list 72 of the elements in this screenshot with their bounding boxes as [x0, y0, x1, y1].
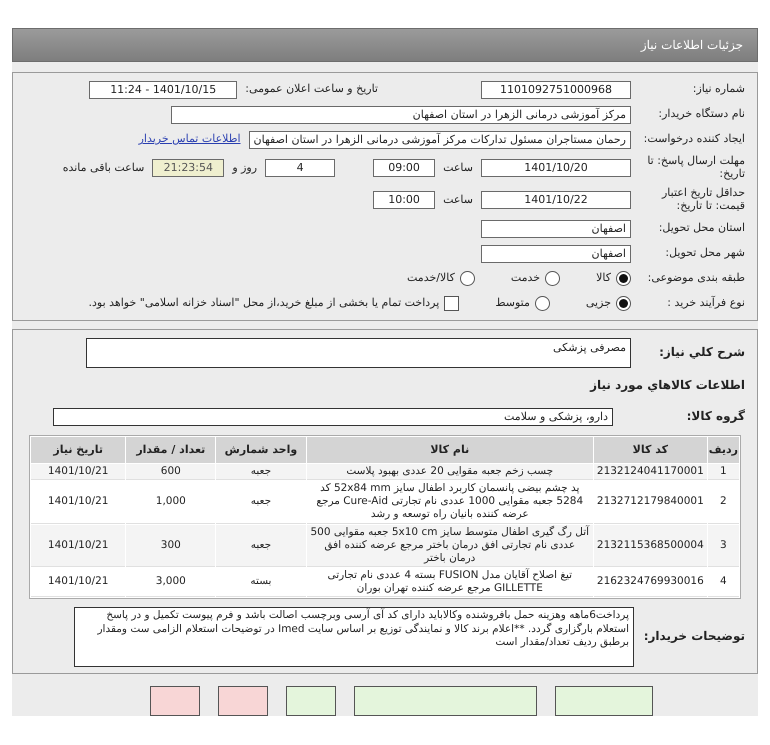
field-label: روز و: [232, 160, 258, 176]
buyer-notes-box: پرداخت6ماهه وهزینه حمل بافروشنده وکالاباید دارای کد آی آرسی وبرچسب اصالت باشد و فرم پیوست تکمیل و در پاسخ استعلام بارگزاری گردد. **اعلام برند کالا و نمایندگی توزیع بر اساس سایت Imed در توضیحات استعلام الزامی ست ومقدار برطبق ردیف تعداد/مقدار است: [74, 607, 634, 668]
column-header: ردیف: [708, 437, 739, 463]
radio-button[interactable]: [616, 271, 631, 286]
field-label: ساعت: [443, 160, 473, 176]
field-label: نام دستگاه خریدار:: [657, 108, 746, 121]
column-header: واحد شمارش: [216, 437, 306, 463]
radio-label: خدمت: [510, 270, 540, 286]
radio-label: متوسط: [495, 295, 530, 312]
column-header: تاریخ نیاز: [31, 437, 126, 463]
field-label: مهلت ارسال پاسخ: تا تاریخ:: [646, 155, 746, 181]
field-label: گروه کالا:: [686, 410, 746, 424]
action-button[interactable]: [555, 686, 653, 716]
table-cell: تیغ اصلاح آقایان مدل FUSION بسته 4 عددی نام تجارتی GILLETTE مرجع عرضه کننده تهران بوران: [306, 568, 593, 598]
validity-date-field[interactable]: 1401/10/22: [481, 191, 631, 209]
field-label: شهر محل تحویل:: [664, 247, 746, 260]
summary-field[interactable]: مصرفی پزشکی: [86, 338, 631, 368]
field-label: ساعت: [443, 192, 473, 208]
radio-button[interactable]: [534, 296, 550, 311]
page-title: جزئیات اطلاعات نیاز: [640, 37, 743, 54]
checkbox-label: پرداخت تمام یا بخشی از مبلغ خرید،از محل "اسناد خزانه اسلامی" خواهد بود.: [88, 295, 440, 312]
table-cell: 3: [708, 524, 739, 567]
table-cell: 300: [126, 524, 216, 567]
field-label: توضیحات خریدار:: [642, 630, 746, 644]
radio-button[interactable]: [545, 271, 560, 286]
table-cell: جعبه: [216, 524, 306, 567]
column-header: نام کالا: [306, 437, 593, 463]
table-cell: 1401/10/21: [31, 524, 126, 567]
table-cell: 600: [126, 464, 216, 480]
radio-button[interactable]: [460, 271, 475, 286]
column-header: کد کالا: [594, 437, 707, 463]
deadline-time-field[interactable]: 09:00: [373, 159, 436, 177]
field-label: طبقه بندی موضوعی:: [646, 272, 746, 285]
table-cell: 2132124041170001: [594, 464, 707, 480]
table-cell: 2132115368500004: [594, 524, 707, 567]
days-field[interactable]: 4: [265, 159, 336, 177]
action-button[interactable]: [150, 686, 200, 716]
announce-date-field[interactable]: 1401/10/15 - 11:24: [89, 80, 238, 98]
radio-label: کالا/خدمت: [407, 270, 455, 286]
field-label: حداقل تاریخ اعتبار قیمت: تا تاریخ:: [660, 187, 746, 213]
table-cell: 1: [708, 464, 739, 480]
action-button[interactable]: [354, 686, 537, 716]
radio-label: کالا: [596, 270, 611, 286]
field-label: استان محل تحویل:: [658, 222, 746, 235]
validity-time-field[interactable]: 10:00: [373, 191, 436, 209]
buyer-name-field[interactable]: مرکز آموزشی درمانی الزهرا در استان اصفهان: [171, 106, 631, 124]
checkbox[interactable]: [444, 296, 460, 311]
column-header: تعداد / مقدار: [126, 437, 216, 463]
deadline-date-field[interactable]: 1401/10/20: [481, 159, 631, 177]
field-label: شماره نیاز:: [692, 83, 746, 96]
action-button[interactable]: [286, 686, 336, 716]
section-heading: اطلاعات كالاهاي مورد نياز: [588, 377, 746, 394]
requester-field[interactable]: رحمان مستاجران مسئول تدارکات مرکز آموزشی درمانی الزهرا در استان اصفهان: [248, 130, 631, 148]
field-label: ساعت باقی مانده: [62, 160, 144, 176]
table-cell: 1401/10/21: [31, 464, 126, 480]
field-label: نوع فرآیند خرید :: [666, 297, 746, 310]
table-cell: جعبه: [216, 464, 306, 480]
action-button[interactable]: [218, 686, 268, 716]
radio-label: جزیی: [586, 295, 611, 312]
goods-group-field[interactable]: دارو، پزشکی و سلامت: [53, 408, 613, 426]
table-cell: پد چشم بیضی پانسمان کاربرد اطفال سایز 52x84 mm کد 5284 جعبه مقوایی 1000 عددی نام تجارتی Cure-Aid مرجع عرضه کننده بانیان راه توسعه و رشد: [306, 481, 593, 524]
city-field[interactable]: اصفهان: [481, 244, 631, 262]
table-cell: آتل رگ گیری اطفال متوسط سایز 5x10 cm جعبه مقوایی 500 عددی نام تجارتی افق درمان باختر مرجع عرضه کننده افق درمان باختر: [306, 524, 593, 567]
field-label: شرح كلي نياز:: [658, 346, 746, 360]
field-label: ایجاد کننده درخواست:: [642, 133, 746, 146]
table-cell: چسب زخم جعبه مقوایی 20 عددی بهبود پلاست: [306, 464, 593, 480]
buyer-contact-link[interactable]: اطلاعات تماس خریدار: [138, 131, 241, 148]
remaining-time-field: 21:23:54: [152, 159, 224, 177]
radio-button[interactable]: [616, 296, 631, 311]
need-number-field[interactable]: 1101092751000968: [481, 80, 631, 98]
field-label: تاریخ و ساعت اعلان عمومی:: [245, 81, 378, 98]
province-field[interactable]: اصفهان: [481, 220, 631, 238]
